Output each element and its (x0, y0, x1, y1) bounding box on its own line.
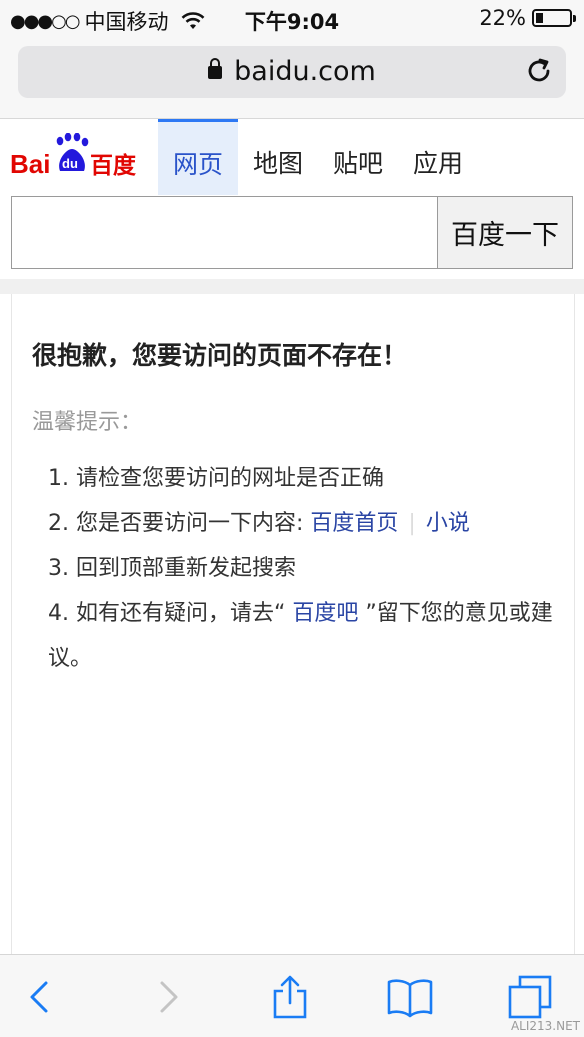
address-bar[interactable]: baidu.com (18, 46, 566, 98)
battery-percent: 22% (479, 6, 526, 30)
share-icon[interactable] (266, 973, 314, 1021)
tip-item: 3. 回到顶部重新发起搜索 (48, 546, 558, 591)
tab-webpage[interactable]: 网页 (158, 119, 239, 195)
tab-map[interactable]: 地图 (238, 119, 318, 195)
section-divider (0, 279, 584, 294)
tab-apps[interactable]: 应用 (398, 119, 478, 195)
baidu-page: Bai du 百度 网页 地图 贴吧 应用 百度一下 很抱歉，您要访问的页面不存… (0, 119, 584, 954)
forward-icon[interactable] (144, 973, 192, 1021)
baidu-logo[interactable]: Bai du 百度 (10, 133, 146, 179)
url-text: baidu.com (234, 56, 376, 87)
tip-item: 4. 如有还有疑问，请去“ 百度吧 ”留下您的意见或建议。 (48, 591, 558, 681)
nav-tabs: 网页 地图 贴吧 应用 (158, 119, 478, 195)
lock-icon (208, 58, 223, 79)
battery-icon (532, 9, 576, 27)
status-bar: ●●●○○ 中国移动 下午9:04 22% (0, 0, 584, 38)
novel-link[interactable]: 小说 (426, 511, 470, 536)
search-input[interactable] (11, 196, 437, 269)
baidu-home-link[interactable]: 百度首页 (310, 511, 398, 536)
svg-text:百度: 百度 (90, 152, 137, 179)
search-button[interactable]: 百度一下 (437, 196, 573, 269)
browser-address-area: baidu.com (0, 38, 584, 119)
battery-level (536, 13, 543, 23)
status-right: 22% (479, 6, 576, 30)
tip-text: 3. 回到顶部重新发起搜索 (48, 556, 296, 581)
error-card: 很抱歉，您要访问的页面不存在！ 温馨提示： 1. 请检查您要访问的网址是否正确 … (11, 294, 575, 954)
tip-item: 1. 请检查您要访问的网址是否正确 (48, 456, 558, 501)
url-display[interactable]: baidu.com (18, 56, 566, 87)
tips-list: 1. 请检查您要访问的网址是否正确 2. 您是否要访问一下内容: 百度首页 | 小说… (48, 456, 558, 681)
svg-text:Bai: Bai (10, 149, 50, 179)
reload-icon[interactable] (524, 56, 554, 86)
search-form: 百度一下 (11, 196, 573, 269)
tip-text: 4. 如有还有疑问，请去“ (48, 601, 293, 626)
watermark: ALI213.NET (510, 1019, 580, 1033)
tip-label: 温馨提示： (32, 410, 143, 435)
link-separator: | (408, 511, 416, 536)
tip-text: 1. 请检查您要访问的网址是否正确 (48, 466, 384, 491)
error-title: 很抱歉，您要访问的页面不存在！ (32, 341, 408, 370)
tip-item: 2. 您是否要访问一下内容: 百度首页 | 小说 (48, 501, 558, 546)
tab-tieba[interactable]: 贴吧 (318, 119, 398, 195)
baidu-tieba-link[interactable]: 百度吧 (292, 601, 358, 626)
browser-toolbar: ALI213.NET (0, 954, 584, 1037)
tip-text: 2. 您是否要访问一下内容: (48, 511, 311, 536)
tabs-icon[interactable] (506, 973, 554, 1021)
svg-text:du: du (62, 156, 78, 171)
back-icon[interactable] (16, 973, 64, 1021)
bookmarks-icon[interactable] (386, 973, 434, 1021)
